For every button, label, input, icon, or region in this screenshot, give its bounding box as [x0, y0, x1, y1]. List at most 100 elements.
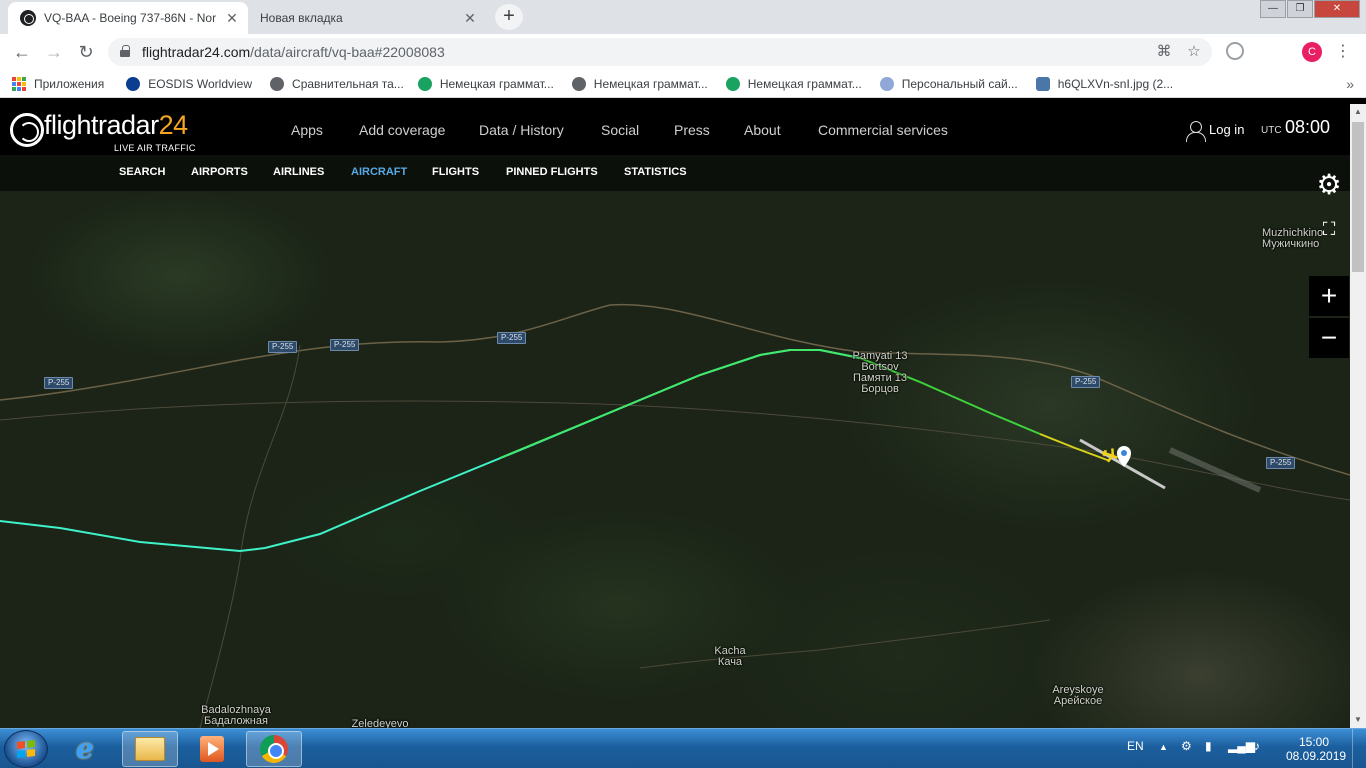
tab-close-icon[interactable]: ✕ — [224, 10, 240, 27]
maximize-button[interactable]: ❐ — [1287, 0, 1313, 18]
nav-commercial-services[interactable]: Commercial services — [818, 122, 948, 138]
battery-tray-icon[interactable]: ▮ — [1205, 739, 1212, 753]
address-bar[interactable]: flightradar24.com/data/aircraft/vq-baa#2… — [108, 38, 1212, 66]
bookmark-german-1[interactable]: Немецкая граммат... — [417, 76, 554, 91]
language-indicator[interactable]: EN — [1127, 739, 1144, 753]
minimize-button[interactable]: — — [1260, 0, 1286, 18]
bookmark-personal[interactable]: Персональный сай... — [879, 76, 1018, 91]
settings-gear-icon[interactable]: ⚙ — [1309, 166, 1349, 206]
fr24-logo[interactable]: flightradar24 LIVE AIR TRAFFIC — [10, 110, 200, 153]
airport-apron — [1168, 447, 1262, 493]
user-icon[interactable] — [1186, 121, 1206, 142]
place-label-badalozhnaya: Badalozhnaya Бадаложная — [201, 704, 271, 727]
fr24-header: flightradar24 LIVE AIR TRAFFIC Apps Add … — [0, 104, 1350, 155]
tab-title: Новая вкладка — [260, 11, 343, 25]
show-desktop-button[interactable] — [1352, 729, 1366, 768]
bookmark-german-2[interactable]: Немецкая граммат... — [571, 76, 708, 91]
tab-new-tab[interactable]: Новая вкладка ✕ — [250, 2, 486, 34]
subnav-flights[interactable]: FLIGHTS — [432, 166, 479, 178]
flight-track-segment — [0, 349, 861, 553]
airport-pin-icon[interactable] — [1117, 446, 1131, 467]
satellite-map[interactable]: P-255 P-255 P-255 P-255 P-255 P-255 Pamy… — [0, 155, 1350, 728]
bookmark-vk-image[interactable]: h6QLXVn-snI.jpg (2... — [1035, 76, 1173, 91]
zoom-out-button[interactable]: − — [1309, 318, 1349, 358]
forward-button[interactable]: → — [42, 40, 66, 64]
tab-title: VQ-BAA - Boeing 737-86N - Nor — [44, 11, 217, 25]
new-tab-button[interactable]: + — [495, 4, 523, 30]
subnav-search[interactable]: SEARCH — [119, 166, 165, 178]
page-scrollbar[interactable]: ▲ ▼ — [1350, 104, 1366, 728]
bookmarks-overflow-icon[interactable]: » — [1346, 76, 1354, 92]
subnav-airlines[interactable]: AIRLINES — [273, 166, 324, 178]
translate-icon[interactable]: ⌘ — [1154, 42, 1174, 62]
bookmark-label: EOSDIS Worldview — [148, 76, 253, 91]
nav-social[interactable]: Social — [601, 122, 639, 138]
zoom-in-button[interactable]: + — [1309, 276, 1349, 316]
nav-apps[interactable]: Apps — [291, 122, 323, 138]
subnav-aircraft[interactable]: AIRCRAFT — [351, 166, 407, 178]
flight-track-segment — [1039, 433, 1111, 462]
reload-button[interactable]: ↻ — [74, 40, 98, 64]
map-overlay — [0, 303, 1350, 728]
bookmark-german-3[interactable]: Немецкая граммат... — [725, 76, 862, 91]
scroll-up-icon[interactable]: ▲ — [1350, 104, 1366, 120]
show-hidden-icons-icon[interactable]: ▲ — [1159, 742, 1168, 752]
taskbar-clock[interactable]: 15:00 08.09.2019 — [1286, 735, 1346, 763]
chrome-icon — [260, 735, 288, 763]
place-label-zeledeyevo: Zeledeyevo — [351, 718, 409, 729]
lock-icon — [120, 45, 130, 57]
nav-data-history[interactable]: Data / History — [479, 122, 564, 138]
radar-logo-icon — [10, 113, 44, 147]
screen: VQ-BAA - Boeing 737-86N - Nor ✕ Новая вк… — [0, 0, 1366, 768]
taskbar-chrome[interactable] — [246, 731, 302, 767]
back-button[interactable]: ← — [10, 40, 34, 64]
road-p255 — [0, 303, 1350, 476]
taskbar-internet-explorer[interactable]: e — [62, 731, 118, 767]
place-label-areyskoye: Areyskoye Арейское — [1052, 684, 1104, 707]
profile-avatar[interactable]: C — [1302, 42, 1322, 62]
fullscreen-icon[interactable]: ⛶ — [1312, 212, 1346, 246]
taskbar-time: 15:00 — [1298, 735, 1330, 749]
scrollbar-thumb[interactable] — [1352, 122, 1364, 272]
subnav-airports[interactable]: AIRPORTS — [191, 166, 248, 178]
close-window-button[interactable]: ✕ — [1314, 0, 1360, 18]
bookmarks-bar: Приложения EOSDIS Worldview Сравнительна… — [0, 70, 1366, 98]
start-button[interactable] — [4, 730, 48, 768]
nav-press[interactable]: Press — [674, 122, 710, 138]
extension-globe-icon[interactable] — [1226, 42, 1244, 60]
tab-flightradar[interactable]: VQ-BAA - Boeing 737-86N - Nor ✕ — [8, 2, 248, 34]
bookmark-label: Немецкая граммат... — [747, 76, 862, 91]
logo-tagline: LIVE AIR TRAFFIC — [114, 143, 196, 153]
railway — [0, 400, 1350, 501]
logo-text: flightradar24 — [44, 110, 188, 140]
taskbar-media-player[interactable] — [184, 731, 240, 767]
green-a-icon — [417, 76, 432, 91]
login-link[interactable]: Log in — [1209, 122, 1244, 137]
windows-logo-icon — [17, 740, 35, 758]
volume-tray-icon[interactable]: ♪ — [1254, 739, 1260, 753]
network-tray-icon[interactable]: ⚙ — [1181, 739, 1192, 753]
nav-add-coverage[interactable]: Add coverage — [359, 122, 445, 138]
vk-icon — [1035, 76, 1050, 91]
scroll-down-icon[interactable]: ▼ — [1350, 712, 1366, 728]
bookmark-eosdis[interactable]: EOSDIS Worldview — [126, 76, 253, 91]
subnav-statistics[interactable]: STATISTICS — [624, 166, 687, 178]
bookmark-comparative[interactable]: Сравнительная та... — [270, 76, 404, 91]
road-shield: P-255 — [1071, 376, 1101, 388]
place-label-pamyati: Pamyati 13 Bortsov Памяти 13 Борцов — [852, 350, 908, 395]
taskbar-file-explorer[interactable] — [122, 731, 178, 767]
tab-close-icon[interactable]: ✕ — [462, 10, 478, 27]
signal-tray-icon[interactable]: ▂▄▆ — [1228, 739, 1255, 753]
chrome-menu-icon[interactable]: ⋮ — [1335, 42, 1351, 62]
bookmark-apps[interactable]: Приложения — [12, 76, 104, 91]
nasa-icon — [126, 76, 141, 91]
url-text: flightradar24.com/data/aircraft/vq-baa#2… — [142, 44, 445, 60]
bookmark-star-icon[interactable]: ☆ — [1184, 42, 1204, 62]
bookmark-label: Немецкая граммат... — [593, 76, 708, 91]
road-shield: P-255 — [497, 332, 527, 344]
globe-icon — [571, 76, 586, 91]
nav-about[interactable]: About — [744, 122, 781, 138]
apps-grid-icon — [12, 76, 26, 91]
shield-icon — [879, 76, 894, 91]
subnav-pinned-flights[interactable]: PINNED FLIGHTS — [506, 166, 598, 178]
